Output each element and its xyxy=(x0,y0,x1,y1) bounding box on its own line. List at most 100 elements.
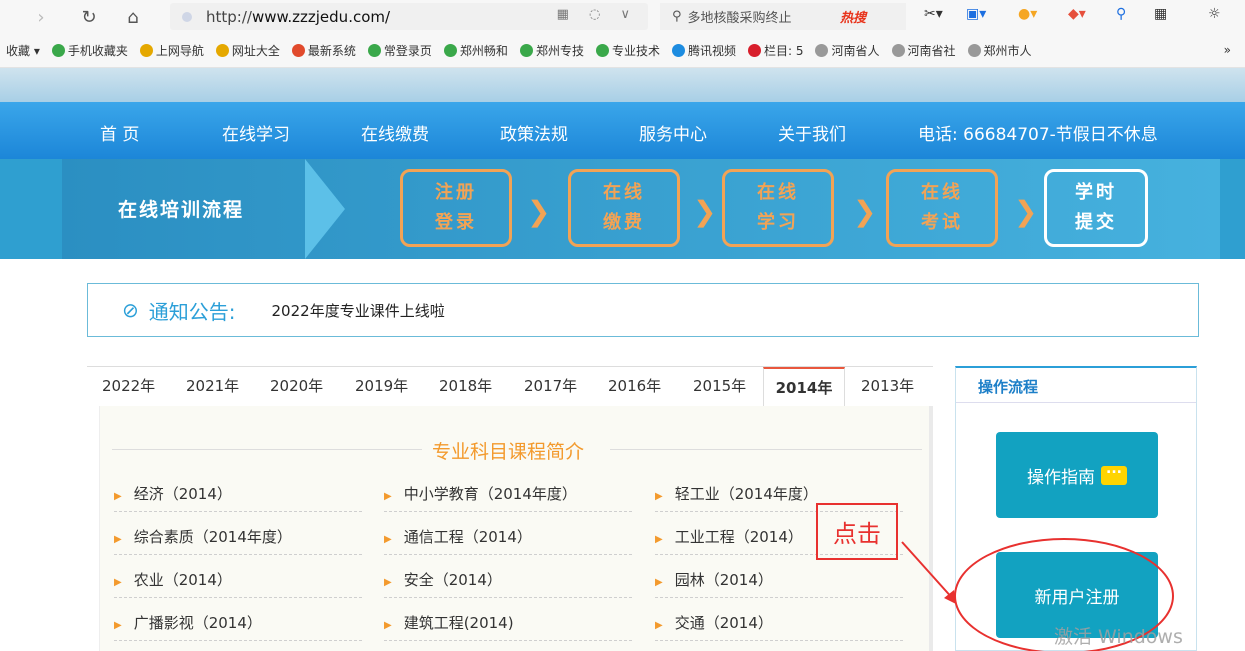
guide-button[interactable]: 操作指南 xyxy=(996,432,1158,518)
notice-text[interactable]: 2022年度专业课件上线啦 xyxy=(272,300,445,321)
step-submit: 学时 提交 xyxy=(1044,169,1148,247)
course-label: 农业（2014） xyxy=(133,571,232,589)
course-link[interactable]: ▶ 广播影视（2014） xyxy=(114,612,362,641)
home-icon[interactable]: ⌂ xyxy=(118,2,148,32)
bookmark-item[interactable]: 河南省社 xyxy=(891,42,956,59)
bookmark-label: 上网导航 xyxy=(155,44,204,58)
step-register: 注册 登录 xyxy=(400,169,512,247)
bookmark-icon xyxy=(51,44,65,57)
bookmark-item[interactable]: 郑州市人 xyxy=(967,42,1032,59)
main-nav: 首 页 在线学习 在线缴费 政策法规 服务中心 关于我们 电话: 6668470… xyxy=(0,102,1245,159)
title-rule-left xyxy=(112,449,422,450)
tab-year[interactable]: 2014年 xyxy=(763,367,845,407)
click-annotation: 点击 xyxy=(816,503,898,560)
bookmark-item[interactable]: 上网导航 xyxy=(139,42,204,59)
bookmark-item[interactable]: 收藏 ▾ xyxy=(6,42,40,59)
nav-online-pay[interactable]: 在线缴费 xyxy=(361,120,429,145)
bookmarks-more-icon[interactable]: » xyxy=(1224,43,1231,57)
search-text: 多地核酸采购终止 xyxy=(687,11,792,26)
search-box[interactable]: ⚲ 多地核酸采购终止 热搜 xyxy=(660,3,906,30)
bullet-icon: ▶ xyxy=(114,620,122,631)
course-label: 广播影视（2014） xyxy=(133,614,262,632)
translate-icon[interactable]: ▣▾ xyxy=(966,6,986,22)
nav-phone: 电话: 66684707-节假日不休息 xyxy=(918,125,1158,145)
year-tabs: 2022年 2021年 2020年 2019年 2018年 2017年 2016年 2015年… xyxy=(87,366,933,407)
bookmark-item[interactable]: 郑州专技 xyxy=(519,42,584,59)
course-label: 交通（2014） xyxy=(674,614,773,632)
tab-year[interactable]: 2018年 xyxy=(439,375,492,396)
tab-year[interactable]: 2017年 xyxy=(524,375,577,396)
apps-grid-icon[interactable]: ▦ xyxy=(1154,6,1167,22)
course-link[interactable]: ▶ 综合素质（2014年度） xyxy=(114,526,362,555)
nav-home[interactable]: 首 页 xyxy=(100,120,139,145)
bookmark-label: 郑州市人 xyxy=(983,44,1032,58)
nav-online-study[interactable]: 在线学习 xyxy=(222,120,290,145)
bookmark-item[interactable]: 最新系统 xyxy=(291,42,356,59)
bookmarks-bar: 收藏 ▾ 手机收藏夹 上网导航 网址大全 最新系统 常登录页 郑州畅和 郑州专技 专业技术 腾讯视… xyxy=(0,34,1245,68)
course-link[interactable]: ▶ 建筑工程(2014) xyxy=(384,612,632,641)
step-pay: 在线 缴费 xyxy=(568,169,680,247)
bookmark-item[interactable]: 常登录页 xyxy=(367,42,432,59)
course-link[interactable]: ▶ 交通（2014） xyxy=(655,612,903,641)
nav-policy[interactable]: 政策法规 xyxy=(500,120,568,145)
bookmark-label: 河南省人 xyxy=(831,44,880,58)
search-tool-icon[interactable]: ⚲ xyxy=(1116,6,1126,22)
bookmark-label: 郑州畅和 xyxy=(459,44,508,58)
bookmark-label: 专业技术 xyxy=(611,44,660,58)
address-bar[interactable]: http://www.zzzjedu.com/ ▦ ◌ ∨ xyxy=(170,3,648,30)
bullet-icon: ▶ xyxy=(655,534,663,545)
bullet-icon: ▶ xyxy=(114,534,122,545)
game-icon[interactable]: ◆▾ xyxy=(1068,6,1086,22)
bookmark-item[interactable]: 栏目: 5 xyxy=(747,42,804,59)
bookmark-item[interactable]: 专业技术 xyxy=(595,42,660,59)
nav-about[interactable]: 关于我们 xyxy=(778,120,846,145)
tab-year[interactable]: 2016年 xyxy=(608,375,661,396)
course-link[interactable]: ▶ 经济（2014） xyxy=(114,483,362,512)
tab-year[interactable]: 2019年 xyxy=(355,375,408,396)
bookmark-item[interactable]: 腾讯视频 xyxy=(671,42,736,59)
tab-year[interactable]: 2013年 xyxy=(861,375,914,396)
reload-icon[interactable]: ↻ xyxy=(74,2,104,32)
nav-service[interactable]: 服务中心 xyxy=(639,120,707,145)
site-banner xyxy=(0,68,1245,102)
tab-year[interactable]: 2021年 xyxy=(186,375,239,396)
tab-year[interactable]: 2022年 xyxy=(102,375,155,396)
course-link[interactable]: ▶ 农业（2014） xyxy=(114,569,362,598)
hot-search-badge[interactable]: 热搜 xyxy=(840,7,866,26)
bookmark-item[interactable]: 河南省人 xyxy=(815,42,880,59)
panel-title: 专业科目课程简介 xyxy=(432,441,585,463)
bullet-icon: ▶ xyxy=(384,620,392,631)
bullet-icon: ▶ xyxy=(114,577,122,588)
bullet-icon: ▶ xyxy=(384,491,392,502)
brightness-icon[interactable]: ☼ xyxy=(1208,6,1221,22)
bookmark-icon xyxy=(215,44,229,57)
course-link[interactable]: ▶ 中小学教育（2014年度） xyxy=(384,483,632,512)
bullet-icon: ▶ xyxy=(384,534,392,545)
step-exam: 在线 考试 xyxy=(886,169,998,247)
course-link[interactable]: ▶ 通信工程（2014） xyxy=(384,526,632,555)
address-actions-icon[interactable]: ▦ ◌ ∨ xyxy=(557,7,638,22)
course-label: 工业工程（2014） xyxy=(674,528,803,546)
course-link[interactable]: ▶ 安全（2014） xyxy=(384,569,632,598)
tab-year[interactable]: 2015年 xyxy=(693,375,746,396)
site-info-icon[interactable] xyxy=(182,11,192,22)
bookmark-item[interactable]: 郑州畅和 xyxy=(443,42,508,59)
bookmark-icon xyxy=(291,44,305,57)
coin-icon[interactable]: ●▾ xyxy=(1018,6,1037,22)
bookmark-item[interactable]: 网址大全 xyxy=(215,42,280,59)
course-link[interactable]: ▶ 园林（2014） xyxy=(655,569,903,598)
process-band: 在线培训流程 注册 登录 ❯ 在线 缴费 ❯ 在线 学习 ❯ 在线 考试 ❯ 学时 提交 xyxy=(0,159,1245,259)
bullet-icon: ▶ xyxy=(655,491,663,502)
forward-icon[interactable]: › xyxy=(26,2,56,32)
cut-icon[interactable]: ✂▾ xyxy=(924,6,943,22)
bookmark-label: 手机收藏夹 xyxy=(67,44,128,58)
bullet-icon: ▶ xyxy=(655,577,663,588)
bookmark-item[interactable]: 手机收藏夹 xyxy=(51,42,128,59)
bookmark-label: 栏目: 5 xyxy=(763,44,804,58)
sidebar-rule xyxy=(956,402,1196,403)
bookmark-icon xyxy=(139,44,153,57)
tab-year[interactable]: 2020年 xyxy=(270,375,323,396)
notice-icon: ⊘ xyxy=(122,298,139,322)
browser-toolbar: › ↻ ⌂ http://www.zzzjedu.com/ ▦ ◌ ∨ ⚲ 多地… xyxy=(0,0,1245,34)
bookmark-icon xyxy=(671,44,685,57)
